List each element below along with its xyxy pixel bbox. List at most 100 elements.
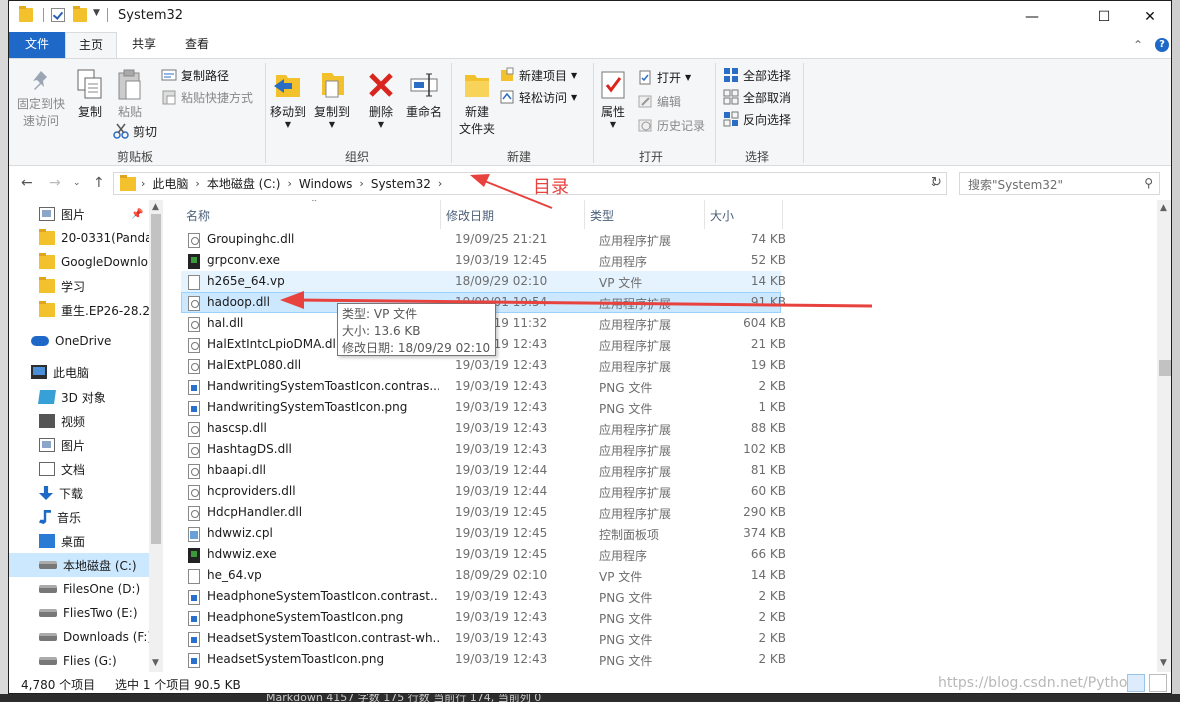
nav-scrollbar[interactable]: ▲ ▼ <box>149 200 163 672</box>
select-none-button[interactable]: 全部取消 <box>723 87 791 107</box>
properties-button[interactable]: 属性 ▼ <box>595 69 631 129</box>
table-row[interactable]: Groupinghc.dll 19/09/25 21:21 应用程序扩展 74 KB <box>181 229 786 250</box>
table-row[interactable]: he_64.vp 18/09/29 02:10 VP 文件 14 KB <box>181 565 786 586</box>
nav-scroll-thumb[interactable] <box>151 214 161 544</box>
nav-item-music[interactable]: 音乐 <box>9 505 149 529</box>
nav-item-documents[interactable]: 文档 <box>9 457 149 481</box>
table-row[interactable]: HandwritingSystemToastIcon.contras... 19/… <box>181 376 786 397</box>
help-icon[interactable]: ? <box>1155 38 1169 52</box>
paste-shortcut-button[interactable]: 粘贴快捷方式 <box>161 87 253 107</box>
cut-button[interactable]: 剪切 <box>113 121 157 141</box>
easy-access-button[interactable]: 轻松访问 ▼ <box>499 87 577 107</box>
up-arrow-icon[interactable]: ↑ <box>93 175 105 191</box>
table-row[interactable]: grpconv.exe 19/03/19 12:45 应用程序 52 KB <box>181 250 786 271</box>
maximize-button[interactable]: ☐ <box>1081 1 1127 32</box>
nav-item-drive-g[interactable]: Flies (G:) <box>9 649 149 672</box>
back-arrow-icon[interactable]: ← <box>21 175 33 191</box>
minimize-button[interactable]: — <box>1009 1 1055 32</box>
table-row[interactable]: HandwritingSystemToastIcon.png 19/03/19 1… <box>181 397 786 418</box>
column-header-name[interactable]: 名称 <box>186 207 210 224</box>
open-button[interactable]: 打开 ▼ <box>637 67 691 87</box>
invert-selection-button[interactable]: 反向选择 <box>723 109 791 129</box>
column-divider[interactable] <box>584 200 585 229</box>
search-icon[interactable]: ⚲ <box>1144 176 1153 190</box>
delete-button[interactable]: 删除 ▼ <box>363 69 399 129</box>
scroll-down-icon[interactable]: ▼ <box>152 658 159 668</box>
copy-path-button[interactable]: 复制路径 <box>161 65 229 85</box>
scroll-down-icon[interactable]: ▼ <box>1160 658 1167 668</box>
recent-chevron-down-icon[interactable]: ⌄ <box>73 178 81 188</box>
column-divider[interactable] <box>704 200 705 229</box>
tab-home[interactable]: 主页 <box>65 32 117 58</box>
search-input[interactable]: 搜索"System32" ⚲ <box>959 172 1160 195</box>
table-row[interactable]: HeadsetSystemToastIcon.contrast-wh... 19/… <box>181 628 786 649</box>
qa-new-folder-icon[interactable] <box>73 6 87 22</box>
table-row[interactable]: h265e_64.vp 18/09/29 02:10 VP 文件 14 KB <box>181 271 786 292</box>
qa-folder-icon[interactable] <box>19 6 33 22</box>
details-view-icon[interactable] <box>1127 674 1145 692</box>
breadcrumb-windows[interactable]: Windows <box>293 177 359 191</box>
copy-to-button[interactable]: 复制到 ▼ <box>311 69 353 129</box>
table-row[interactable]: HashtagDS.dll 19/03/19 12:43 应用程序扩展 102 KB <box>181 439 786 460</box>
file-list-scroll-thumb[interactable] <box>1159 360 1171 376</box>
nav-item-local-disk-c[interactable]: 本地磁盘 (C:) <box>9 553 149 577</box>
table-row[interactable]: HalExtPL080.dll 19/03/19 12:43 应用程序扩展 19 KB <box>181 355 786 376</box>
nav-item-desktop[interactable]: 桌面 <box>9 529 149 553</box>
nav-item-onedrive[interactable]: OneDrive <box>9 329 149 353</box>
table-row[interactable]: HdcpHandler.dll 19/03/19 12:45 应用程序扩展 290 K… <box>181 502 786 523</box>
qa-properties-icon[interactable] <box>51 8 65 22</box>
nav-item-3d-objects[interactable]: 3D 对象 <box>9 385 149 409</box>
table-row[interactable]: HeadphoneSystemToastIcon.png 19/03/19 12:… <box>181 607 786 628</box>
column-divider[interactable] <box>782 200 783 229</box>
nav-item-drive-f[interactable]: Downloads (F:) <box>9 625 149 649</box>
large-icons-view-icon[interactable] <box>1149 674 1167 692</box>
column-header-type[interactable]: 类型 <box>590 207 614 224</box>
nav-item-videos[interactable]: 视频 <box>9 409 149 433</box>
rename-button[interactable]: 重命名 <box>401 69 447 121</box>
qa-customize-icon[interactable]: ▼ <box>93 8 100 18</box>
close-button[interactable]: ✕ <box>1127 1 1171 32</box>
nav-item-downloads[interactable]: 下载 <box>9 481 149 505</box>
nav-item-folder-panda[interactable]: 20-0331(Panda <box>9 226 149 250</box>
scroll-up-icon[interactable]: ▲ <box>152 202 159 212</box>
copy-button[interactable]: 复制 <box>73 69 107 121</box>
refresh-icon[interactable]: ↻ <box>931 175 942 190</box>
column-divider[interactable] <box>440 200 441 229</box>
nav-item-folder-googledownload[interactable]: GoogleDownlo <box>9 250 149 274</box>
nav-item-pictures-2[interactable]: 图片 <box>9 433 149 457</box>
table-row[interactable]: hdwwiz.cpl 19/03/19 12:45 控制面板项 374 KB <box>181 523 786 544</box>
new-folder-button[interactable]: 新建 文件夹 <box>455 69 499 138</box>
select-all-button[interactable]: 全部选择 <box>723 65 791 85</box>
file-list-scrollbar[interactable]: ▲ ▼ <box>1157 200 1171 672</box>
column-header-date[interactable]: 修改日期 <box>446 207 494 224</box>
table-row[interactable]: HeadphoneSystemToastIcon.contrast... 19/0… <box>181 586 786 607</box>
new-item-button[interactable]: 新建项目 ▼ <box>499 65 577 85</box>
pin-icon[interactable]: 📌 <box>131 209 143 220</box>
collapse-ribbon-icon[interactable]: ⌃ <box>1133 38 1143 52</box>
breadcrumb-this-pc[interactable]: 此电脑 <box>146 175 194 192</box>
pin-to-quick-access-button[interactable]: 固定到快 速访问 <box>15 69 67 130</box>
history-button[interactable]: 历史记录 <box>637 115 705 135</box>
nav-item-drive-d[interactable]: FilesOne (D:) <box>9 577 149 601</box>
scroll-up-icon[interactable]: ▲ <box>1160 203 1167 213</box>
forward-arrow-icon[interactable]: → <box>49 175 61 191</box>
table-row[interactable]: hcproviders.dll 19/03/19 12:44 应用程序扩展 60 KB <box>181 481 786 502</box>
edit-button[interactable]: 编辑 <box>637 91 681 111</box>
table-row[interactable]: HeadsetSystemToastIcon.png 19/03/19 12:43… <box>181 649 786 670</box>
table-row[interactable]: hbaapi.dll 19/03/19 12:44 应用程序扩展 81 KB <box>181 460 786 481</box>
table-row[interactable]: hdwwiz.exe 19/03/19 12:45 应用程序 66 KB <box>181 544 786 565</box>
nav-item-drive-e[interactable]: FliesTwo (E:) <box>9 601 149 625</box>
move-to-button[interactable]: 移动到 ▼ <box>267 69 309 129</box>
breadcrumb-c-drive[interactable]: 本地磁盘 (C:) <box>201 175 287 192</box>
table-row[interactable]: hascsp.dll 19/03/19 12:43 应用程序扩展 88 KB <box>181 418 786 439</box>
column-header-size[interactable]: 大小 <box>710 207 734 224</box>
nav-item-pictures[interactable]: 图片 📌 <box>9 202 149 226</box>
tab-view[interactable]: 查看 <box>171 32 223 58</box>
breadcrumb-system32[interactable]: System32 <box>365 177 437 191</box>
paste-button[interactable]: 粘贴 <box>113 69 147 121</box>
nav-item-folder-study[interactable]: 学习 <box>9 274 149 298</box>
tab-share[interactable]: 共享 <box>119 32 169 58</box>
nav-item-folder-rebirth[interactable]: 重生.EP26-28.2( <box>9 298 149 322</box>
tab-file[interactable]: 文件 <box>9 32 65 58</box>
nav-item-this-pc[interactable]: 此电脑 <box>9 360 149 384</box>
